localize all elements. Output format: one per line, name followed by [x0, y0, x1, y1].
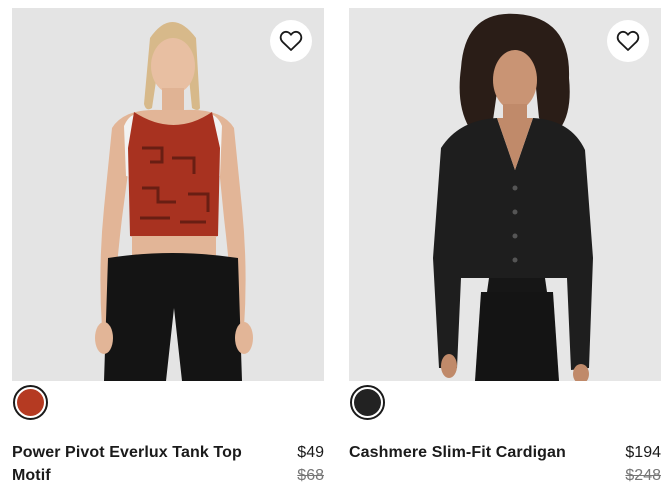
heart-outline-icon	[279, 30, 303, 51]
product-name[interactable]: Cashmere Slim-Fit Cardigan	[349, 441, 566, 487]
product-photo-tank-top	[12, 8, 324, 381]
heart-outline-icon	[616, 30, 640, 51]
product-name[interactable]: Power Pivot Everlux Tank Top Motif	[12, 441, 252, 487]
product-card[interactable]: Power Pivot Everlux Tank Top Motif $49 $…	[12, 8, 324, 487]
product-card[interactable]: Cashmere Slim-Fit Cardigan $194 $248	[349, 8, 661, 487]
original-price: $248	[625, 467, 661, 484]
product-image[interactable]	[12, 8, 324, 381]
favorite-button[interactable]	[270, 20, 312, 62]
sale-price: $49	[297, 444, 324, 461]
swatch-color-fill	[354, 389, 381, 416]
original-price: $68	[297, 467, 324, 484]
product-photo-cardigan	[349, 8, 661, 381]
swatch-color-fill	[17, 389, 44, 416]
favorite-button[interactable]	[607, 20, 649, 62]
color-swatch-selected[interactable]	[13, 385, 48, 420]
color-swatch-selected[interactable]	[350, 385, 385, 420]
product-image[interactable]	[349, 8, 661, 381]
sale-price: $194	[625, 444, 661, 461]
